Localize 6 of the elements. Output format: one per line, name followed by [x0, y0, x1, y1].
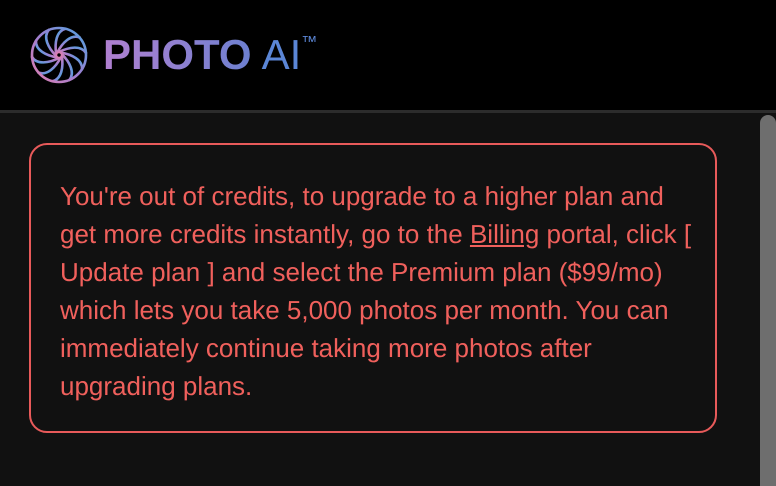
trademark-sign: ™	[301, 35, 318, 51]
brand-suffix: AI	[262, 34, 302, 76]
scrollbar-thumb[interactable]	[760, 115, 776, 486]
billing-link[interactable]: Billing	[470, 219, 540, 249]
alert-message: You're out of credits, to upgrade to a higher plan and get more credits instantly, go to the Billing portal, click [ Update plan ] and select the Premium plan ($99/mo) which lets you take 5,000 photos per month. You can immediately continue taking more photos after upgrading plans.	[60, 180, 692, 403]
spiral-logo-icon	[29, 25, 89, 85]
